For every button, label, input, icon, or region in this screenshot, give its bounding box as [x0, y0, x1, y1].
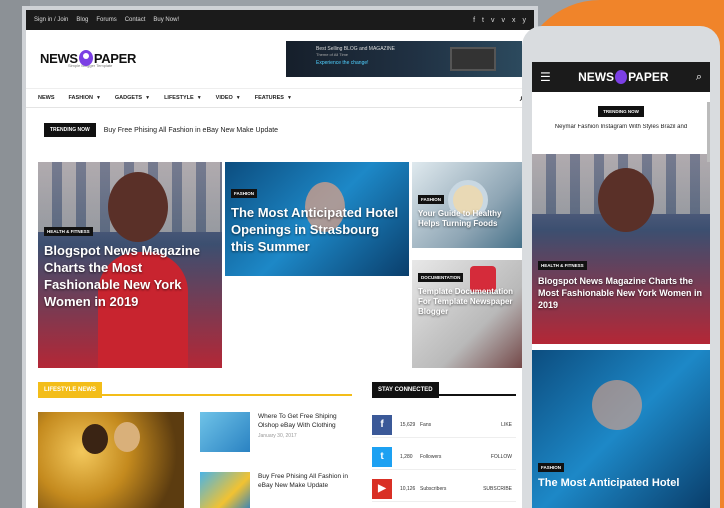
social-count: 1,280 — [400, 453, 413, 460]
featured-tile-2[interactable]: FASHION The Most Anticipated Hotel Openi… — [225, 162, 409, 276]
chevron-down-icon: ▼ — [145, 95, 151, 101]
tile-image-person — [598, 168, 654, 232]
logo-nine-icon — [78, 50, 93, 66]
social-counter-facebook: f 15,629 Fans LIKE — [372, 412, 516, 438]
x-icon[interactable]: x — [512, 17, 516, 24]
list-item-date: January 30, 2017 — [258, 433, 297, 439]
list-item-thumbnail[interactable] — [200, 412, 250, 452]
tile-category-tag[interactable]: FASHION — [538, 463, 565, 472]
ad-screen-image — [450, 47, 496, 71]
chevron-down-icon: ▼ — [95, 95, 101, 101]
mobile-trending-badge: TRENDING NOW — [598, 106, 644, 117]
lifestyle-section-title: LIFESTYLE NEWS — [38, 382, 103, 398]
nav-item-lifestyle[interactable]: LIFESTYLE ▼ — [164, 95, 202, 101]
top-link-buynow[interactable]: Buy Now! — [153, 17, 179, 23]
like-button[interactable]: LIKE — [501, 422, 512, 428]
logo-nine-icon — [615, 70, 628, 84]
list-item[interactable]: Buy Free Phising All Fashion in eBay New… — [200, 472, 350, 508]
thumb-figure-1 — [82, 424, 108, 454]
youtube-icon[interactable]: y — [523, 17, 527, 24]
lifestyle-main-thumbnail[interactable] — [38, 412, 184, 508]
chevron-down-icon: ▼ — [286, 95, 292, 101]
featured-tile-main[interactable]: HEALTH & FITNESS Blogspot News Magazine … — [38, 162, 222, 368]
trending-headline[interactable]: Buy Free Phising All Fashion in eBay New… — [104, 127, 278, 134]
tile-title[interactable]: Blogspot News Magazine Charts the Most F… — [538, 275, 704, 311]
featured-tile-4[interactable]: DOCUMENTATION Template Documentation For… — [412, 260, 530, 368]
thumb-figure-2 — [114, 422, 140, 452]
nav-item-news[interactable]: NEWS — [38, 95, 55, 101]
mobile-logo[interactable]: NEWS PAPER — [578, 70, 669, 84]
top-link-forums[interactable]: Forums — [96, 17, 116, 23]
nav-item-gadgets[interactable]: GADGETS ▼ — [115, 95, 150, 101]
twitter-icon[interactable]: t — [482, 17, 484, 24]
youtube-icon[interactable]: ▶ — [372, 478, 392, 499]
social-count: 15,629 — [400, 421, 416, 428]
header-ad-banner[interactable]: Best Selling BLOG and MAGAZINE Theme of … — [286, 41, 522, 77]
stay-connected-header: STAY CONNECTED — [372, 378, 516, 398]
vimeo-icon[interactable]: v — [491, 17, 495, 24]
search-icon[interactable]: ⌕ — [696, 71, 702, 84]
desktop-mockup: Sign in / Join Blog Forums Contact Buy N… — [22, 6, 538, 508]
nav-item-fashion[interactable]: FASHION ▼ — [69, 95, 101, 101]
tile-title[interactable]: The Most Anticipated Hotel Openings in S… — [231, 204, 403, 255]
hamburger-menu-icon[interactable]: ☰ — [540, 70, 551, 84]
tile-title[interactable]: The Most Anticipated Hotel — [538, 477, 704, 490]
subscribe-button[interactable]: SUBSCRIBE — [483, 486, 512, 492]
nav-item-features[interactable]: FEATURES ▼ — [255, 95, 292, 101]
facebook-icon[interactable]: f — [473, 17, 475, 24]
facebook-icon[interactable]: f — [372, 414, 392, 435]
tile-title[interactable]: Blogspot News Magazine Charts the Most F… — [44, 242, 216, 310]
tile-category-tag[interactable]: FASHION — [418, 195, 445, 204]
social-label: Followers — [420, 453, 442, 460]
main-nav: NEWS FASHION ▼ GADGETS ▼ LIFESTYLE ▼ VIDEO ▼… — [26, 88, 534, 108]
chevron-down-icon: ▼ — [235, 95, 241, 101]
trending-bar: TRENDING NOW Buy Free Phising All Fashio… — [44, 122, 534, 138]
featured-tile-3[interactable]: FASHION Your Guide to Healthy Helps Turn… — [412, 162, 530, 248]
mobile-mockup: ☰ NEWS PAPER ⌕ TRENDING NOW Neymar Fashi… — [522, 26, 720, 508]
mobile-trending-headline[interactable]: Neymar Fashion Instagram With Styles Bra… — [532, 124, 710, 130]
mobile-featured-tile-1[interactable]: HEALTH & FITNESS Blogspot News Magazine … — [532, 154, 710, 344]
twitter-icon[interactable]: t — [372, 446, 392, 467]
social-label: Fans — [420, 421, 432, 428]
nav-item-video[interactable]: VIDEO ▼ — [216, 95, 241, 101]
vine-icon[interactable]: v — [502, 17, 506, 24]
social-label: Subscribers — [420, 485, 447, 492]
list-item-title[interactable]: Buy Free Phising All Fashion in eBay New… — [258, 472, 350, 490]
tile-category-tag[interactable]: FASHION — [231, 189, 258, 198]
social-counter-twitter: t 1,280 Followers FOLLOW — [372, 444, 516, 470]
featured-grid: HEALTH & FITNESS Blogspot News Magazine … — [38, 162, 530, 368]
tile-category-tag[interactable]: HEALTH & FITNESS — [538, 261, 587, 270]
top-bar: Sign in / Join Blog Forums Contact Buy N… — [26, 10, 534, 30]
top-link-blog[interactable]: Blog — [76, 17, 88, 23]
mobile-logo-paper: PAPER — [628, 70, 669, 84]
chevron-down-icon: ▼ — [196, 95, 202, 101]
tile-image-surfer — [592, 380, 642, 430]
follow-button[interactable]: FOLLOW — [491, 454, 512, 460]
lifestyle-section-header: LIFESTYLE NEWS — [38, 378, 352, 398]
tile-title[interactable]: Template Documentation For Template News… — [418, 287, 524, 317]
tile-title[interactable]: Your Guide to Healthy Helps Turning Food… — [418, 209, 524, 229]
top-link-signin[interactable]: Sign in / Join — [34, 17, 68, 23]
mobile-featured-tile-2[interactable]: FASHION The Most Anticipated Hotel — [532, 350, 710, 508]
tile-category-tag[interactable]: HEALTH & FITNESS — [44, 227, 93, 236]
top-links: Sign in / Join Blog Forums Contact Buy N… — [34, 17, 179, 23]
mobile-logo-news: NEWS — [578, 70, 615, 84]
stay-connected-title: STAY CONNECTED — [372, 382, 439, 398]
mobile-scrollbar[interactable] — [707, 102, 710, 162]
social-counter-youtube: ▶ 10,126 Subscribers SUBSCRIBE — [372, 476, 516, 502]
list-item-title[interactable]: Where To Get Free Shiping Olshop eBay Wi… — [258, 412, 350, 430]
top-social: f t v v x y — [473, 17, 526, 24]
site-header: NEWS PAPER Simple Blogger Template Best … — [26, 30, 534, 88]
mobile-header: ☰ NEWS PAPER ⌕ — [532, 62, 710, 92]
tile-category-tag[interactable]: DOCUMENTATION — [418, 273, 464, 282]
list-item-thumbnail[interactable] — [200, 472, 250, 508]
top-link-contact[interactable]: Contact — [125, 17, 146, 23]
social-count: 10,126 — [400, 485, 416, 492]
trending-badge: TRENDING NOW — [44, 123, 96, 137]
mobile-screen: ☰ NEWS PAPER ⌕ TRENDING NOW Neymar Fashi… — [532, 62, 710, 508]
site-logo[interactable]: NEWS PAPER Simple Blogger Template — [40, 50, 136, 68]
mobile-trending: TRENDING NOW — [532, 100, 710, 118]
list-item[interactable]: Where To Get Free Shiping Olshop eBay Wi… — [200, 412, 350, 452]
